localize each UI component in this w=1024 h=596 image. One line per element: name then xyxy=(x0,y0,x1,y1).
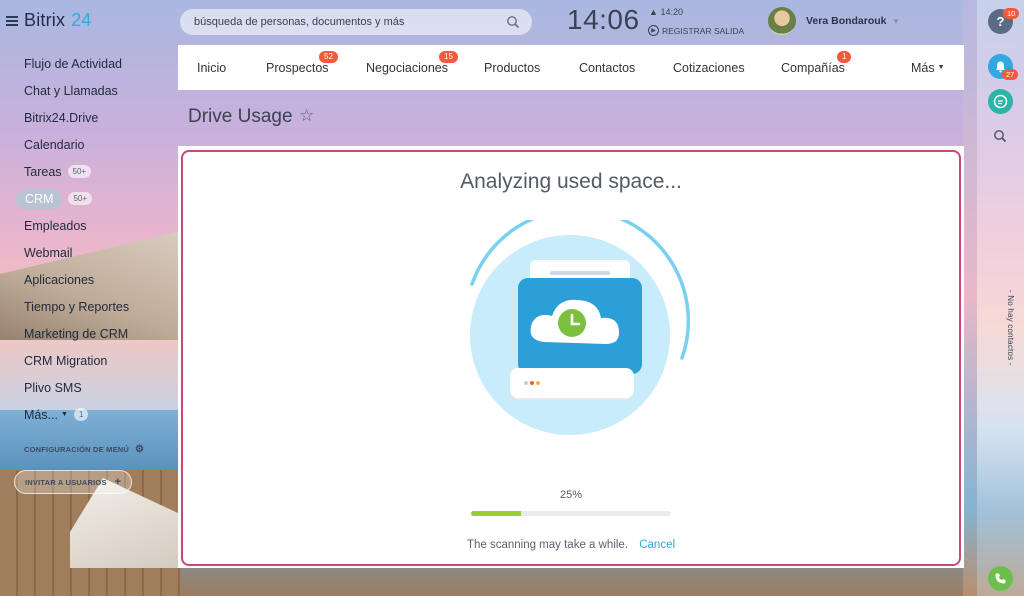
crm-menu-bar: Inicio Prospectos 52 Negociaciones 15 Pr… xyxy=(178,45,964,90)
counter-badge: 50+ xyxy=(67,165,92,178)
chevron-down-icon[interactable]: ▼ xyxy=(892,17,900,26)
sidebar-item-label: Tiempo y Reportes xyxy=(24,299,130,314)
sidebar-item-label: Más... xyxy=(24,407,59,422)
cancel-link[interactable]: Cancel xyxy=(639,539,675,551)
caret-down-icon: ▼ xyxy=(61,411,68,418)
sidebar-item-label: Flujo de Actividad xyxy=(24,56,122,71)
scan-note: The scanning may take a while. xyxy=(466,539,629,551)
sidebar-item-webmail[interactable]: Webmail xyxy=(14,239,174,266)
sidebar-item-time-reports[interactable]: Tiempo y Reportes xyxy=(14,293,174,320)
brand: Bitrix 24 xyxy=(6,10,91,31)
user-name[interactable]: Vera Bondarouk xyxy=(806,15,887,27)
caret-down-icon: ▼ xyxy=(937,64,945,71)
sidebar-item-drive[interactable]: Bitrix24.Drive xyxy=(14,104,174,131)
sidebar-item-calendar[interactable]: Calendario xyxy=(14,131,174,158)
call-button[interactable] xyxy=(988,566,1013,591)
counter-badge: 50+ xyxy=(68,192,93,205)
search-input[interactable] xyxy=(180,9,480,35)
alarm-reminder[interactable]: ▲ 14:20 xyxy=(649,7,683,17)
counter-badge: 52 xyxy=(319,51,338,63)
clock-time[interactable]: 14:06 xyxy=(567,4,640,36)
open-channels-button[interactable] xyxy=(988,89,1013,114)
invite-users-label: INVITAR A USUARIOS xyxy=(25,477,107,487)
sidebar-item-label: Webmail xyxy=(24,245,73,260)
tab-companias[interactable]: Compañías xyxy=(781,45,845,90)
sidebar-item-label: Plivo SMS xyxy=(24,380,82,395)
tab-more[interactable]: Más ▼ xyxy=(911,45,945,90)
left-sidebar: Bitrix 24 Flujo de Actividad Chat y Llam… xyxy=(0,0,178,596)
sidebar-item-label: CRM Migration xyxy=(24,353,108,368)
page-title: Drive Usage xyxy=(188,106,293,127)
sidebar-item-label: Chat y Llamadas xyxy=(24,83,118,98)
tab-productos[interactable]: Productos xyxy=(484,45,540,90)
analysis-heading: Analyzing used space... xyxy=(460,170,682,193)
menu-settings-link[interactable]: CONFIGURACIÓN DE MENÚ ⚙ xyxy=(24,444,144,455)
scan-footnote: The scanning may take a while. Cancel xyxy=(181,539,961,551)
sidebar-item-label: Empleados xyxy=(24,218,87,233)
invite-users-button[interactable]: INVITAR A USUARIOS + xyxy=(14,470,133,494)
sidebar-item-crm-marketing[interactable]: Marketing de CRM xyxy=(14,320,174,347)
sidebar-item-chat[interactable]: Chat y Llamadas xyxy=(14,77,174,104)
avatar[interactable] xyxy=(768,7,796,35)
sidebar-item-label: Bitrix24.Drive xyxy=(24,110,99,125)
tab-label: Inicio xyxy=(197,60,227,75)
brand-number[interactable]: 24 xyxy=(71,10,91,31)
sidebar-item-plivo-sms[interactable]: Plivo SMS xyxy=(14,374,174,401)
plus-icon: + xyxy=(114,476,122,488)
tab-contactos[interactable]: Contactos xyxy=(579,45,635,90)
sidebar-item-applications[interactable]: Aplicaciones xyxy=(14,266,174,293)
phone-icon xyxy=(995,573,1006,584)
progress-fill xyxy=(471,511,521,516)
gear-icon: ⚙ xyxy=(135,444,145,455)
brand-name[interactable]: Bitrix xyxy=(24,10,65,31)
sidebar-item-label: Calendario xyxy=(24,137,85,152)
tab-label: Productos xyxy=(484,60,541,75)
background-strip xyxy=(963,0,977,596)
sidebar-item-label: Aplicaciones xyxy=(24,272,95,287)
progress-percent: 25% xyxy=(559,489,583,501)
sidebar-item-more[interactable]: Más... ▼ 1 xyxy=(14,401,174,428)
menu-settings-label: CONFIGURACIÓN DE MENÚ xyxy=(24,445,130,454)
tab-label: Cotizaciones xyxy=(673,60,745,75)
drive-analysis-illustration xyxy=(470,220,690,435)
sidebar-item-label: CRM xyxy=(16,188,63,209)
counter-badge: 1 xyxy=(837,51,852,63)
checkout-button[interactable]: ▶ REGISTRAR SALIDA xyxy=(648,25,744,36)
tab-inicio[interactable]: Inicio xyxy=(197,45,226,90)
counter-badge: 15 xyxy=(439,51,458,63)
search-icon[interactable] xyxy=(993,129,1007,143)
menu-icon[interactable] xyxy=(6,15,18,26)
sidebar-item-employees[interactable]: Empleados xyxy=(14,212,174,239)
tab-label: Más xyxy=(911,60,935,75)
alarm-time: 14:20 xyxy=(660,7,683,17)
search-bar xyxy=(180,9,532,35)
counter-badge: 1 xyxy=(73,408,89,421)
sidebar-item-tasks[interactable]: Tareas 50+ xyxy=(14,158,174,185)
tab-cotizaciones[interactable]: Cotizaciones xyxy=(673,45,745,90)
star-icon[interactable]: ☆ xyxy=(299,106,314,126)
tab-label: Prospectos xyxy=(266,60,329,75)
notifications-badge: 27 xyxy=(1002,69,1019,80)
sidebar-item-crm-migration[interactable]: CRM Migration xyxy=(14,347,174,374)
help-badge: 10 xyxy=(1003,8,1020,19)
checkout-label: REGISTRAR SALIDA xyxy=(662,25,745,36)
chat-icon xyxy=(993,94,1008,109)
sidebar-item-activity-stream[interactable]: Flujo de Actividad xyxy=(14,50,174,77)
tab-label: Compañías xyxy=(781,60,845,75)
sidebar-item-label: Tareas xyxy=(24,164,62,179)
play-icon: ▶ xyxy=(648,25,659,36)
no-contacts-label: - No hay contactos - xyxy=(1006,290,1015,366)
sidebar-nav: Flujo de Actividad Chat y Llamadas Bitri… xyxy=(14,50,174,428)
tab-prospectos[interactable]: Prospectos xyxy=(266,45,329,90)
alarm-icon: ▲ xyxy=(649,7,658,17)
sidebar-item-label: Marketing de CRM xyxy=(24,326,129,341)
sidebar-item-crm[interactable]: CRM 50+ xyxy=(14,185,174,212)
tab-label: Contactos xyxy=(579,60,636,75)
tab-label: Negociaciones xyxy=(366,60,448,75)
tab-negociaciones[interactable]: Negociaciones xyxy=(366,45,448,90)
search-icon[interactable] xyxy=(506,15,520,29)
scan-progress-bar xyxy=(471,511,671,516)
